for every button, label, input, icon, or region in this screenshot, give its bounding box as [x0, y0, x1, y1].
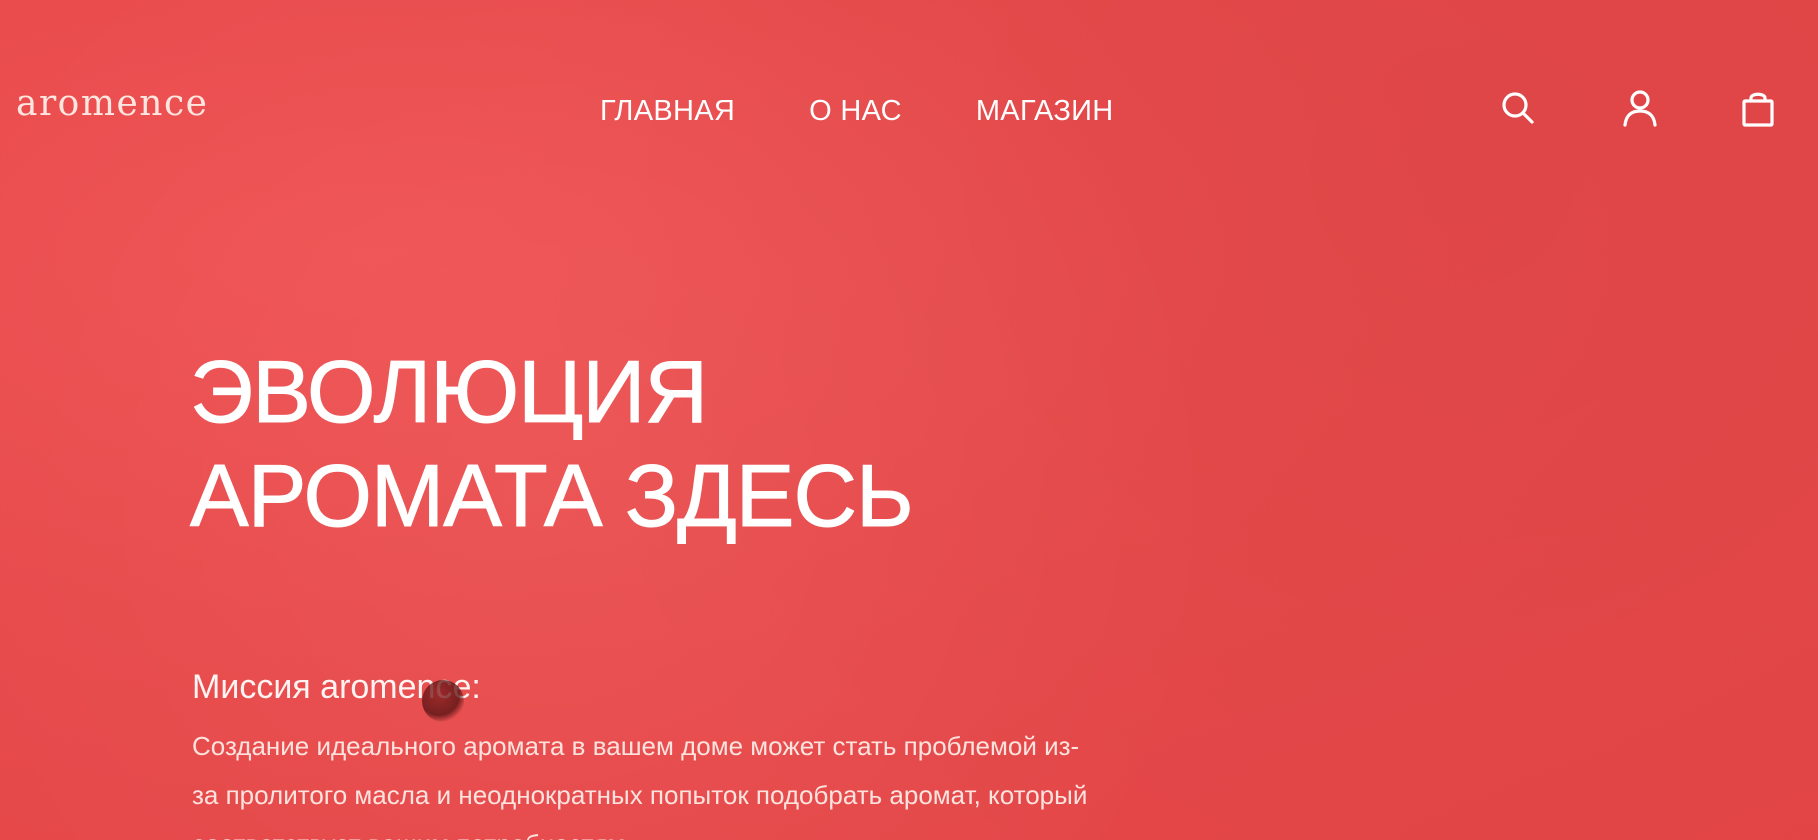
- hero-title-line-2: АРОМАТА ЗДЕСЬ: [190, 446, 915, 546]
- hero-title-line-1: ЭВОЛЮЦИЯ: [190, 342, 709, 442]
- mission-title: Миссия aromence:: [192, 668, 481, 706]
- mission-text: Создание идеального аромата в вашем доме…: [192, 731, 1088, 840]
- mission-section: Миссия aromence: Создание идеального аро…: [192, 666, 1092, 840]
- shopping-bag-icon[interactable]: [1738, 88, 1778, 128]
- site-header: aromence ГЛАВНАЯ О НАС МАГАЗИН: [0, 0, 1818, 220]
- header-actions: [0, 88, 1818, 132]
- account-icon[interactable]: [1620, 88, 1660, 128]
- pointer-cursor: [422, 680, 464, 722]
- hero-title: ЭВОЛЮЦИЯ АРОМАТА ЗДЕСЬ: [190, 340, 1090, 548]
- search-icon[interactable]: [1498, 88, 1538, 128]
